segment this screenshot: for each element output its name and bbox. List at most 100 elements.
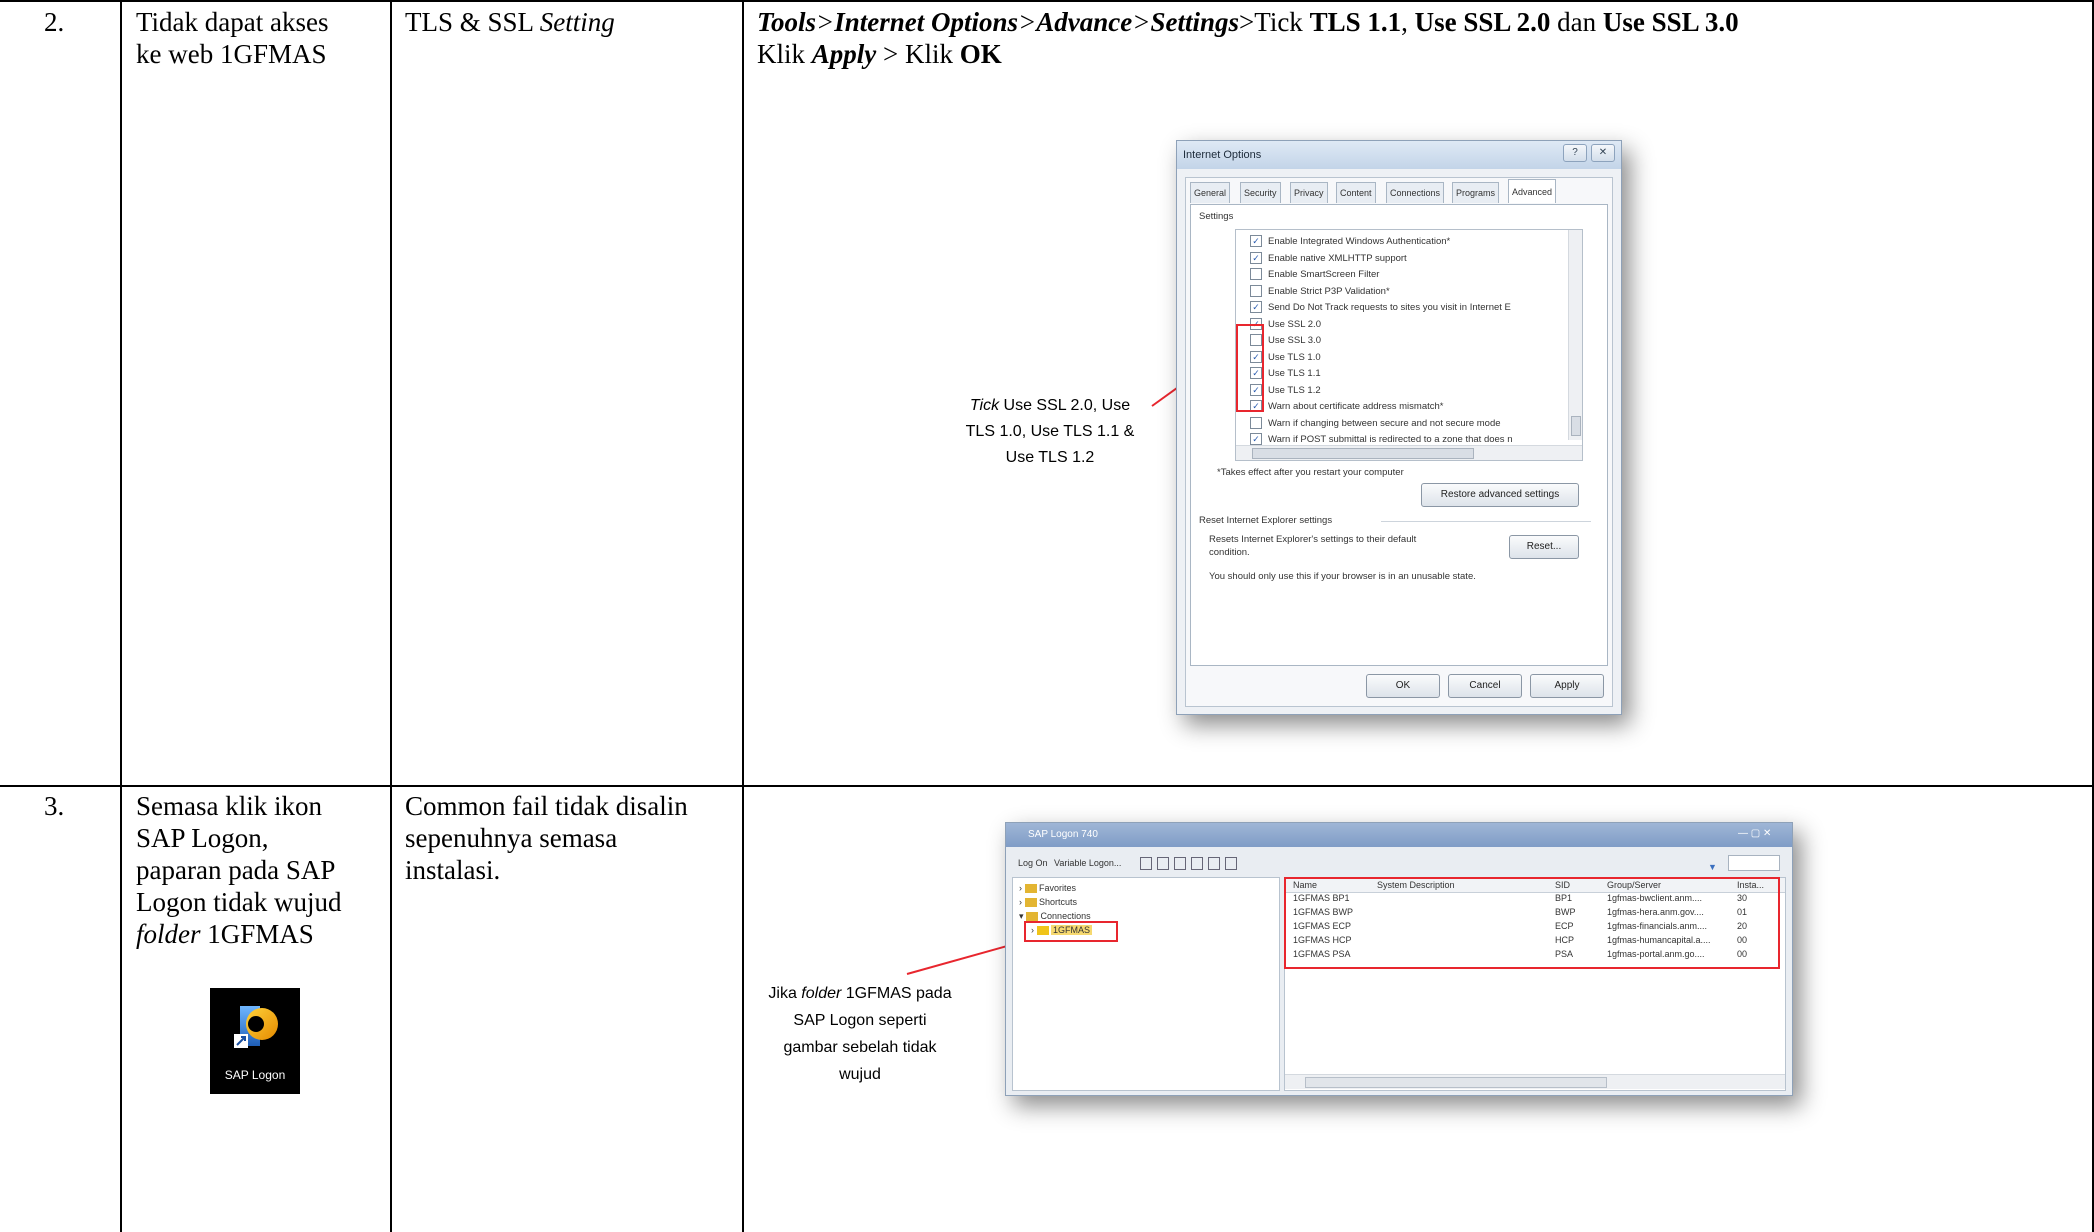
col-divider-3 bbox=[742, 0, 744, 1232]
issue-line: paparan pada SAP bbox=[136, 855, 336, 885]
checkbox[interactable]: ✓ bbox=[1250, 251, 1262, 264]
list-hscrollbar[interactable] bbox=[1285, 1074, 1785, 1089]
callout-line: TLS 1.0, Use TLS 1.1 & bbox=[965, 423, 1135, 440]
tab-connections[interactable]: Connections bbox=[1386, 182, 1445, 203]
sap-title: SAP Logon 740 bbox=[1028, 829, 1098, 840]
option-tls11: TLS 1.1 bbox=[1309, 7, 1402, 37]
tab-programs[interactable]: Programs bbox=[1452, 182, 1500, 203]
hscroll-thumb[interactable] bbox=[1252, 448, 1474, 459]
menu-tools: Tools bbox=[757, 7, 817, 37]
checkbox[interactable] bbox=[1250, 268, 1262, 281]
settings-label: Settings bbox=[1199, 211, 1234, 222]
tab-strip: General Security Privacy Content Connect… bbox=[1190, 179, 1608, 204]
setting-option[interactable]: Warn if changing between secure and not … bbox=[1250, 415, 1501, 432]
callout-part: Jika bbox=[768, 985, 802, 1002]
sap-toolbar: Log On Variable Logon... ▼ bbox=[1012, 853, 1784, 873]
cause-italic: Setting bbox=[539, 7, 615, 37]
toolbar-icons[interactable] bbox=[1140, 857, 1260, 870]
settings-list[interactable]: ✓ Enable Integrated Windows Authenticatio… bbox=[1235, 229, 1583, 461]
callout-line: wujud bbox=[839, 1066, 881, 1083]
tree-item-shortcuts[interactable]: › Shortcuts bbox=[1019, 896, 1077, 909]
folder-icon bbox=[1026, 912, 1039, 922]
restart-note: *Takes effect after you restart your com… bbox=[1217, 467, 1404, 478]
row-number: 2. bbox=[44, 7, 65, 37]
folder-icon bbox=[1024, 884, 1037, 894]
setting-option[interactable]: ✓ Warn about certificate address mismatch… bbox=[1250, 398, 1443, 415]
reset-desc-line: Resets Internet Explorer's settings to t… bbox=[1209, 534, 1417, 545]
checkbox[interactable] bbox=[1250, 416, 1262, 429]
setting-label: Warn if changing between secure and not … bbox=[1268, 417, 1501, 429]
entries-highlight bbox=[1284, 877, 1780, 969]
tab-advanced[interactable]: Advanced bbox=[1508, 179, 1557, 203]
callout-part: 1GFMAS pada bbox=[841, 985, 952, 1002]
setting-label: Enable SmartScreen Filter bbox=[1268, 269, 1380, 280]
reset-description: Resets Internet Explorer's settings to t… bbox=[1209, 533, 1416, 559]
close-icon[interactable]: ✕ bbox=[1591, 144, 1615, 162]
issue-line: SAP Logon, bbox=[136, 823, 269, 853]
menu-internet-options: Internet Options bbox=[834, 7, 1019, 37]
checkbox[interactable] bbox=[1250, 284, 1262, 297]
hscroll-thumb[interactable] bbox=[1305, 1077, 1607, 1088]
callout-line: Use TLS 1.2 bbox=[1005, 449, 1095, 466]
tab-content[interactable]: Content bbox=[1336, 182, 1376, 203]
sap-window-controls[interactable]: — ▢ ✕ bbox=[1738, 828, 1784, 840]
tab-privacy[interactable]: Privacy bbox=[1290, 182, 1328, 203]
solution-line-2: Klik Apply > Klik OK bbox=[757, 38, 1739, 70]
checkbox[interactable]: ✓ bbox=[1250, 235, 1262, 248]
sap-tree-pane: › Favorites › Shortcuts ▾ Connections › … bbox=[1012, 877, 1280, 1091]
vertical-scrollbar[interactable] bbox=[1568, 230, 1582, 440]
solution-text-part: dan bbox=[1550, 7, 1603, 37]
restore-advanced-settings-button[interactable]: Restore advanced settings bbox=[1421, 483, 1579, 507]
cause-line: instalasi. bbox=[405, 855, 501, 885]
setting-option[interactable]: ✓ Enable Integrated Windows Authenticatio… bbox=[1250, 233, 1450, 250]
scroll-thumb[interactable] bbox=[1571, 416, 1581, 436]
search-input[interactable] bbox=[1728, 855, 1780, 871]
reset-warning: You should only use this if your browser… bbox=[1209, 571, 1476, 582]
issue-part: 1GFMAS bbox=[200, 919, 314, 949]
logon-button[interactable]: Log On bbox=[1018, 853, 1048, 873]
tab-general[interactable]: General bbox=[1190, 182, 1231, 203]
col-divider-1 bbox=[120, 0, 122, 1232]
issue-line: Logon tidak wujud bbox=[136, 887, 342, 917]
checkbox-highlight bbox=[1236, 324, 1264, 412]
setting-option[interactable]: Enable SmartScreen Filter bbox=[1250, 266, 1379, 283]
tab-panel: Settings ✓ Enable Integrated Windows Auth… bbox=[1190, 204, 1608, 666]
issue-line: Semasa klik ikon bbox=[136, 791, 322, 821]
setting-label: Use TLS 1.2 bbox=[1268, 384, 1321, 396]
checkbox[interactable]: ✓ bbox=[1250, 433, 1262, 446]
separator: > bbox=[816, 7, 835, 37]
tree-label: Favorites bbox=[1039, 883, 1077, 893]
row-divider bbox=[0, 785, 2094, 787]
issue-line: Tidak dapat akses bbox=[136, 7, 329, 37]
cause-text: TLS & SSL Setting bbox=[405, 6, 615, 38]
setting-option[interactable]: Enable Strict P3P Validation* bbox=[1250, 283, 1390, 300]
setting-label: Warn if POST submittal is redirected to … bbox=[1268, 434, 1513, 445]
setting-label: Use SSL 3.0 bbox=[1268, 335, 1321, 346]
help-button[interactable]: ? bbox=[1563, 144, 1587, 162]
cause-plain: TLS & SSL bbox=[405, 7, 540, 37]
ok-button[interactable]: OK bbox=[1366, 674, 1440, 698]
sap-logon-desktop-icon[interactable]: SAP Logon bbox=[210, 988, 300, 1094]
issue-text: Tidak dapat akses ke web 1GFMAS bbox=[136, 6, 328, 70]
filter-icon[interactable]: ▼ bbox=[1708, 857, 1718, 872]
dialog-body: General Security Privacy Content Connect… bbox=[1185, 177, 1613, 707]
solution-text: Tools>Internet Options>Advance>Settings>… bbox=[757, 6, 1739, 70]
tree-item-favorites[interactable]: › Favorites bbox=[1019, 882, 1076, 895]
callout-italic: Tick bbox=[969, 397, 1000, 414]
variable-logon-button[interactable]: Variable Logon... bbox=[1054, 853, 1121, 873]
settings-items: ✓ Enable Integrated Windows Authenticatio… bbox=[1250, 233, 1570, 457]
reset-desc-line: condition. bbox=[1209, 547, 1250, 558]
cancel-button[interactable]: Cancel bbox=[1448, 674, 1522, 698]
reset-button[interactable]: Reset... bbox=[1509, 535, 1579, 559]
horizontal-scrollbar[interactable] bbox=[1236, 445, 1582, 460]
setting-option[interactable]: ✓ Enable native XMLHTTP support bbox=[1250, 250, 1407, 267]
callout-italic: folder bbox=[801, 985, 842, 1002]
checkbox[interactable]: ✓ bbox=[1250, 301, 1262, 314]
cause-line: sepenuhnya semasa bbox=[405, 823, 618, 853]
desktop-icon-label: SAP Logon bbox=[224, 1068, 286, 1082]
separator: > bbox=[1018, 7, 1037, 37]
internet-options-dialog: Internet Options ? ✕ General Security Pr… bbox=[1176, 140, 1622, 715]
setting-option[interactable]: ✓ Send Do Not Track requests to sites you… bbox=[1250, 299, 1511, 316]
tab-security[interactable]: Security bbox=[1240, 182, 1281, 203]
apply-button[interactable]: Apply bbox=[1530, 674, 1604, 698]
